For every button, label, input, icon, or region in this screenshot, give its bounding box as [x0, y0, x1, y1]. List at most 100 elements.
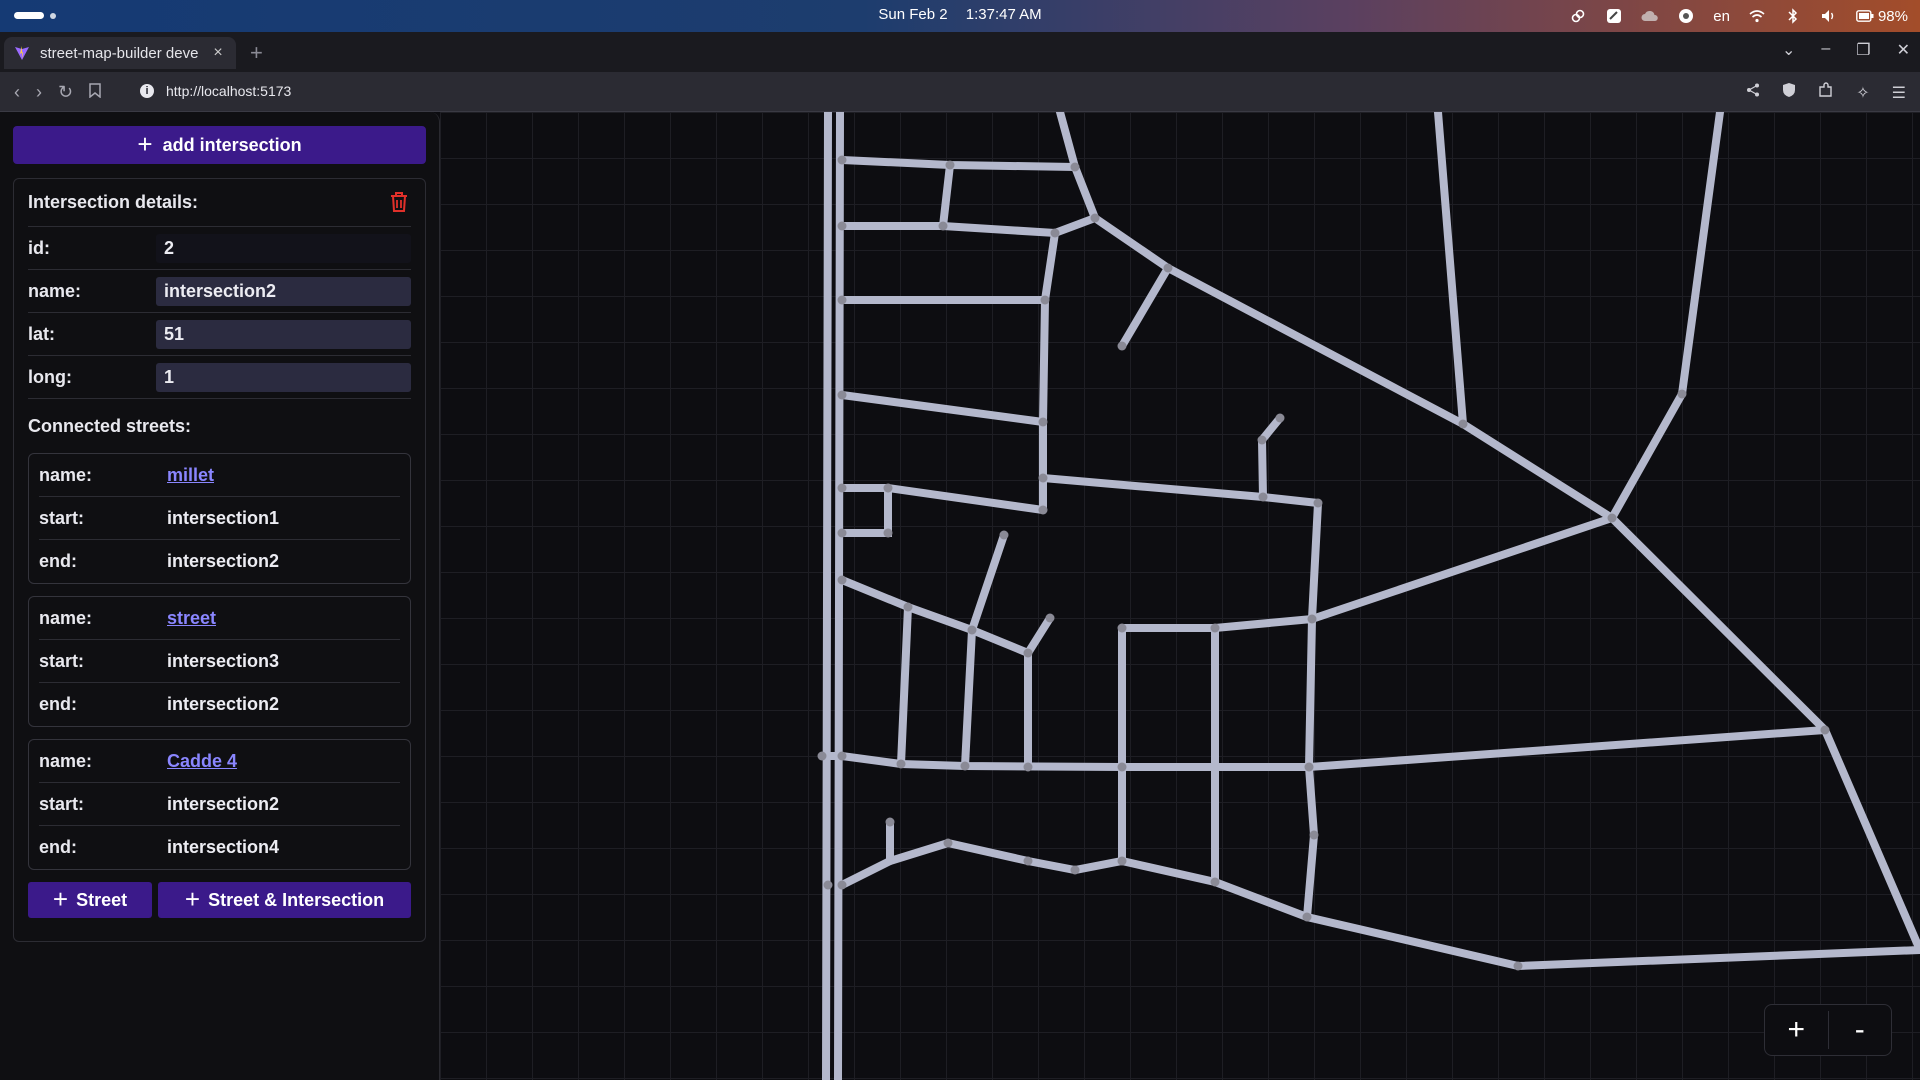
street-segment[interactable] — [1308, 112, 1724, 623]
intersection-node[interactable] — [1309, 830, 1319, 840]
long-input[interactable]: 1 — [156, 362, 411, 392]
intersection-node[interactable] — [837, 751, 847, 761]
intersection-node[interactable] — [1038, 505, 1048, 515]
intersection-node[interactable] — [999, 530, 1009, 540]
street-segment[interactable] — [838, 484, 892, 537]
street-segment[interactable] — [834, 112, 844, 1080]
shield-icon[interactable] — [1782, 82, 1796, 103]
intersection-node[interactable] — [1050, 228, 1060, 238]
zoom-out-button[interactable]: - — [1829, 1005, 1892, 1055]
street-segment[interactable] — [897, 603, 912, 768]
intersection-node[interactable] — [945, 160, 955, 170]
street-segment[interactable] — [1303, 763, 1319, 921]
reload-icon[interactable]: ↻ — [58, 82, 73, 103]
street-segment[interactable] — [1024, 614, 1054, 771]
street-segment[interactable] — [838, 838, 1920, 971]
zoom-in-button[interactable]: + — [1765, 1005, 1828, 1055]
street-name-link[interactable]: millet — [167, 465, 214, 486]
battery-indicator[interactable]: 98% — [1856, 7, 1908, 25]
intersection-node[interactable] — [837, 528, 847, 538]
app-tray-icon[interactable] — [1605, 7, 1623, 25]
intersection-node[interactable] — [1117, 762, 1127, 772]
intersection-node[interactable] — [1513, 961, 1523, 971]
chrome-tray-icon[interactable] — [1677, 7, 1695, 25]
street-segment[interactable] — [838, 576, 1032, 657]
share-icon[interactable] — [1746, 83, 1760, 102]
street-segment[interactable] — [968, 531, 1008, 634]
intersection-node[interactable] — [883, 483, 893, 493]
intersection-node[interactable] — [837, 483, 847, 493]
intersection-node[interactable] — [1117, 856, 1127, 866]
keyboard-language[interactable]: en — [1713, 8, 1730, 25]
intersection-node[interactable] — [1257, 435, 1267, 445]
street-segment[interactable] — [1434, 112, 1467, 428]
intersection-node[interactable] — [1458, 419, 1468, 429]
forward-icon[interactable]: › — [36, 82, 42, 103]
intersection-node[interactable] — [1677, 389, 1687, 399]
add-street-intersection-button[interactable]: + Street & Intersection — [158, 882, 411, 918]
name-input[interactable]: intersection2 — [156, 276, 411, 306]
maximize-icon[interactable]: ❐ — [1856, 40, 1870, 60]
intersection-node[interactable] — [1090, 213, 1100, 223]
intersection-node[interactable] — [1070, 865, 1080, 875]
street-segment[interactable] — [1308, 499, 1322, 623]
street-segment[interactable] — [1821, 726, 1920, 954]
intersection-node[interactable] — [885, 817, 895, 827]
extensions-icon[interactable] — [1818, 82, 1834, 103]
street-segment[interactable] — [1039, 229, 1059, 514]
volume-icon[interactable] — [1820, 7, 1838, 25]
intersection-node[interactable] — [1302, 912, 1312, 922]
intersection-node[interactable] — [837, 575, 847, 585]
intersection-node[interactable] — [837, 390, 847, 400]
intersection-node[interactable] — [903, 602, 913, 612]
add-intersection-button[interactable]: + add intersection — [13, 126, 426, 164]
intersection-node[interactable] — [823, 880, 833, 890]
link-icon[interactable] — [1569, 7, 1587, 25]
minimize-icon[interactable]: – — [1821, 40, 1830, 60]
intersection-node[interactable] — [1607, 513, 1617, 523]
street-segment[interactable] — [1118, 264, 1172, 350]
intersection-node[interactable] — [837, 221, 847, 231]
intersection-node[interactable] — [1304, 762, 1314, 772]
street-segment[interactable] — [838, 484, 1047, 514]
intersection-node[interactable] — [896, 759, 906, 769]
bluetooth-icon[interactable] — [1784, 7, 1802, 25]
street-name-link[interactable]: street — [167, 608, 216, 629]
intersection-node[interactable] — [1258, 492, 1268, 502]
street-segment[interactable] — [818, 726, 1829, 771]
intersection-node[interactable] — [943, 838, 953, 848]
intersection-node[interactable] — [1040, 295, 1050, 305]
intersection-node[interactable] — [1117, 623, 1127, 633]
ai-sparkle-icon[interactable]: ✧ — [1856, 83, 1869, 103]
intersection-node[interactable] — [837, 295, 847, 305]
add-street-button[interactable]: + Street — [28, 882, 152, 918]
lat-input[interactable]: 51 — [156, 319, 411, 349]
address-bar[interactable]: i http://localhost:5173 — [140, 83, 291, 99]
intersection-node[interactable] — [1275, 413, 1285, 423]
intersection-node[interactable] — [837, 155, 847, 165]
intersection-node[interactable] — [1045, 613, 1055, 623]
intersection-node[interactable] — [1307, 614, 1317, 624]
intersection-node[interactable] — [1070, 162, 1080, 172]
street-segment[interactable] — [961, 626, 976, 770]
intersection-node[interactable] — [1023, 856, 1033, 866]
intersection-node[interactable] — [837, 880, 847, 890]
intersection-node[interactable] — [1023, 762, 1033, 772]
intersection-node[interactable] — [883, 528, 893, 538]
browser-tab[interactable]: street-map-builder deve × — [4, 37, 236, 69]
intersection-node[interactable] — [1820, 725, 1830, 735]
street-segment[interactable] — [822, 112, 832, 1080]
back-icon[interactable]: ‹ — [14, 82, 20, 103]
intersection-node[interactable] — [1163, 263, 1173, 273]
street-segment[interactable] — [939, 161, 954, 230]
intersection-node[interactable] — [1117, 341, 1127, 351]
intersection-node[interactable] — [967, 625, 977, 635]
street-segment[interactable] — [1257, 414, 1284, 501]
intersection-node[interactable] — [1038, 417, 1048, 427]
cloud-icon[interactable] — [1641, 7, 1659, 25]
intersection-node[interactable] — [1023, 648, 1033, 658]
intersection-node[interactable] — [960, 761, 970, 771]
menu-icon[interactable]: ☰ — [1892, 83, 1906, 103]
site-info-icon[interactable]: i — [140, 84, 154, 98]
tab-close-icon[interactable]: × — [210, 44, 226, 62]
